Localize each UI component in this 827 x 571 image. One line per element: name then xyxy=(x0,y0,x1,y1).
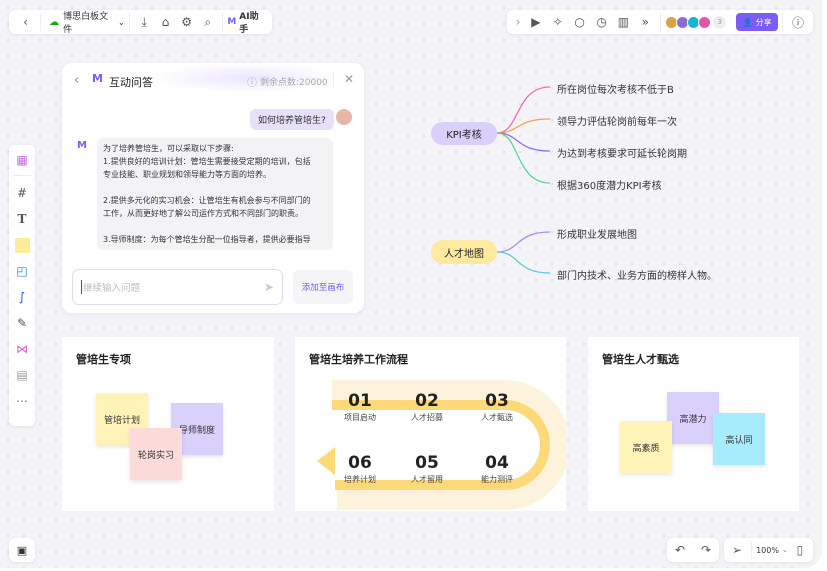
card-trainee-program[interactable]: 管培生专项 管培计划 导师制度 轮岗实习 xyxy=(62,337,274,511)
connector xyxy=(496,231,551,253)
step-label: 培养计划 xyxy=(344,475,376,484)
workflow-step[interactable]: 04 能力测评 xyxy=(467,454,527,485)
sticky-note[interactable]: 高认同 xyxy=(713,413,765,465)
sticky-note[interactable]: 高潜力 xyxy=(667,392,719,444)
workflow-step[interactable]: 03 人才甄选 xyxy=(467,392,527,423)
zoom-level[interactable]: 100% xyxy=(756,546,779,555)
mindmap-leaf[interactable]: 根据360度潜力KPI考核 xyxy=(557,177,662,192)
step-label: 人才留用 xyxy=(411,475,443,484)
card-training-workflow[interactable]: 管培生培养工作流程 01 项目启动 02 人才招募 03 人才甄选 04 能力测评 05… xyxy=(295,337,566,511)
step-label: 能力测评 xyxy=(481,475,513,484)
card-title: 管培生专项 xyxy=(76,353,131,366)
connector xyxy=(496,251,551,274)
mindmap-leaf[interactable]: 领导力评估轮岗前每年一次 xyxy=(557,113,677,128)
workflow-step[interactable]: 01 项目启动 xyxy=(330,392,390,423)
connector xyxy=(496,86,551,134)
divider xyxy=(751,541,753,559)
mindmap-leaf[interactable]: 部门内技术、业务方面的榜样人物。 xyxy=(557,267,717,282)
redo-icon[interactable]: ↷ xyxy=(695,539,717,561)
minimap-icon: ▣ xyxy=(16,543,28,557)
zoom-bar: ➢ 100% ⌄ ▯ xyxy=(724,538,813,562)
connector xyxy=(496,132,551,184)
undo-icon[interactable]: ↶ xyxy=(669,539,691,561)
mindmap-node-kpi[interactable]: KPI考核 xyxy=(431,122,497,145)
workflow-step[interactable]: 05 人才留用 xyxy=(397,454,457,485)
mindmap-leaf[interactable]: 形成职业发展地图 xyxy=(557,226,637,241)
pointer-icon[interactable]: ➢ xyxy=(727,539,747,561)
step-label: 项目启动 xyxy=(344,413,376,422)
sticky-note[interactable]: 高素质 xyxy=(620,421,672,473)
step-number: 05 xyxy=(415,453,439,473)
card-title: 管培生人才甄选 xyxy=(602,353,679,366)
workflow-step[interactable]: 02 人才招募 xyxy=(397,392,457,423)
chevron-down-icon[interactable]: ⌄ xyxy=(782,546,788,554)
card-talent-selection[interactable]: 管培生人才甄选 高潜力 高素质 高认同 xyxy=(588,337,799,511)
minimap-toggle[interactable]: ▣ xyxy=(9,538,35,562)
step-number: 06 xyxy=(348,453,372,473)
mindmap-leaf[interactable]: 为达到考核要求可延长轮岗期 xyxy=(557,145,687,160)
step-label: 人才招募 xyxy=(411,413,443,422)
sticky-note[interactable]: 轮岗实习 xyxy=(130,428,182,480)
mindmap-node-talent-map[interactable]: 人才地图 xyxy=(431,240,497,264)
step-label: 人才甄选 xyxy=(481,413,513,422)
step-number: 01 xyxy=(348,391,372,411)
step-number: 04 xyxy=(485,453,509,473)
workflow-step[interactable]: 06 培养计划 xyxy=(330,454,390,485)
step-number: 02 xyxy=(415,391,439,411)
book-icon[interactable]: ▯ xyxy=(790,539,810,561)
undo-redo-bar: ↶ ↷ xyxy=(667,538,719,562)
mindmap-leaf[interactable]: 所在岗位每次考核不低于B xyxy=(557,81,674,96)
step-number: 03 xyxy=(485,391,509,411)
